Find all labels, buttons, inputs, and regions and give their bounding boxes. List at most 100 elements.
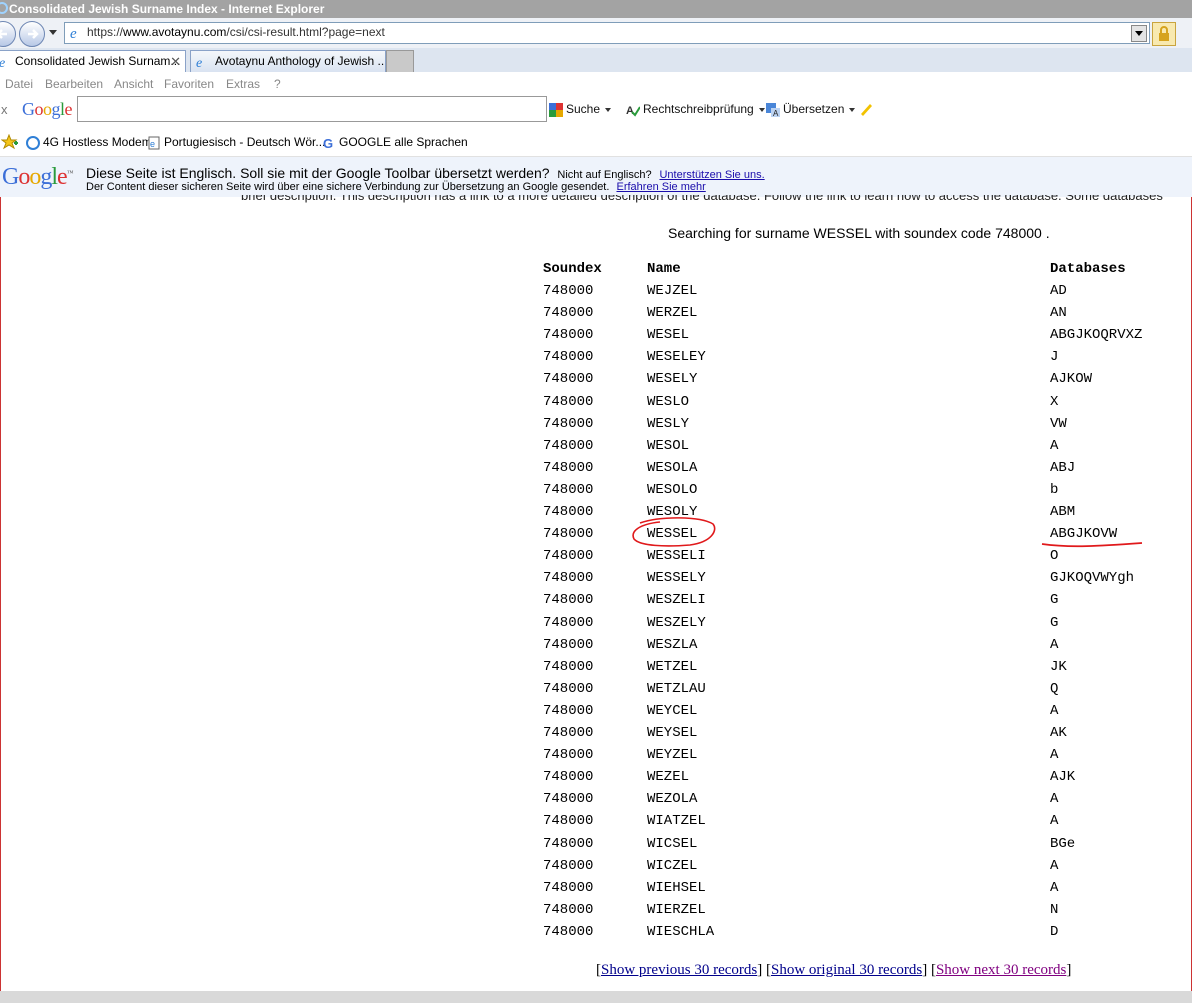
favorite-4g-modem[interactable]: 4G Hostless Modem [26, 135, 152, 150]
soundex-cell: 748000 [543, 481, 594, 498]
soundex-cell: 748000 [543, 570, 594, 587]
highlighter-icon[interactable] [858, 101, 874, 117]
tab-close-icon[interactable]: ✕ [170, 51, 181, 72]
databases-cell: ABM [1050, 504, 1076, 520]
name-cell: WETZEL [647, 658, 698, 675]
tab-label: Consolidated Jewish Surnam... [15, 54, 181, 68]
soundex-cell: 748000 [543, 283, 594, 299]
soundex-cell: 748000 [543, 327, 594, 344]
table-row: 748000 WETZEL JK [0, 659, 1192, 681]
google-search-button[interactable]: Suche [549, 102, 612, 117]
google-favicon-icon: G [323, 136, 333, 150]
show-previous-link[interactable]: Show previous 30 records [601, 962, 757, 978]
address-dropdown-button[interactable] [1131, 25, 1147, 42]
table-row: 748000 WESSELY GJKOQVWYgh [0, 570, 1192, 592]
learn-more-link[interactable]: Erfahren Sie mehr [617, 181, 706, 193]
name-cell: WESZELI [647, 592, 706, 609]
table-row: 748000 WEYSEL AK [0, 725, 1192, 747]
ie-logo-icon [0, 2, 8, 14]
tab-avotaynu-anthology[interactable]: e Avotaynu Anthology of Jewish ... [190, 50, 386, 72]
navigation-bar: e https://www.avotaynu.com/csi/csi-resul… [0, 18, 1192, 49]
table-row: 748000 WESZELY G [0, 615, 1192, 637]
support-link[interactable]: Unterstützen Sie uns. [659, 169, 764, 181]
search-summary: Searching for surname WESSEL with sounde… [668, 225, 1050, 241]
menu-item-bearbeiten[interactable]: Bearbeiten [45, 77, 103, 91]
databases-cell: ABJ [1050, 459, 1076, 476]
svg-text:A: A [773, 109, 779, 117]
svg-text:e: e [196, 56, 202, 69]
menu-item-datei[interactable]: Datei [5, 77, 33, 91]
title-bar: Consolidated Jewish Surname Index - Inte… [0, 0, 1192, 18]
translate-question: Diese Seite ist Englisch. Soll sie mit d… [86, 165, 765, 181]
databases-cell: J [1050, 349, 1059, 366]
soundex-cell: 748000 [543, 835, 594, 852]
google-search-input[interactable] [77, 96, 547, 122]
soundex-cell: 748000 [543, 349, 594, 366]
name-cell: WICSEL [647, 835, 698, 852]
soundex-cell: 748000 [543, 504, 594, 520]
header-soundex: Soundex [543, 261, 602, 277]
svg-text:e: e [70, 26, 77, 41]
name-cell: WESZELY [647, 614, 706, 631]
name-cell: WIEHSEL [647, 879, 706, 896]
toolbar-close-button[interactable]: x [1, 102, 8, 117]
svg-text:e: e [0, 56, 5, 69]
tab-bar: e Consolidated Jewish Surnam... ✕ e Avot… [0, 48, 1192, 73]
tab-consolidated-index[interactable]: e Consolidated Jewish Surnam... ✕ [0, 50, 186, 72]
name-cell: WEYCEL [647, 702, 698, 719]
table-row: 748000 WESELEY J [0, 349, 1192, 371]
databases-cell: ABGJKOQRVXZ [1050, 327, 1143, 344]
address-url[interactable]: https://www.avotaynu.com/csi/csi-result.… [87, 25, 385, 39]
translate-note-text: Der Content dieser sicheren Seite wird ü… [86, 181, 610, 193]
databases-cell: A [1050, 813, 1059, 830]
name-cell: WEZEL [647, 769, 690, 786]
databases-cell: BGe [1050, 835, 1076, 852]
name-cell: WEJZEL [647, 283, 698, 299]
ie-tab-icon: e [196, 56, 202, 69]
name-cell: WESOLY [647, 504, 698, 520]
soundex-cell: 748000 [543, 791, 594, 808]
favorites-star-icon[interactable] [1, 134, 19, 150]
name-cell: WESSELY [647, 570, 706, 587]
spellcheck-button[interactable]: A Rechtschreibprüfung [626, 102, 765, 117]
soundex-cell: 748000 [543, 658, 594, 675]
name-cell: WERZEL [647, 305, 698, 322]
history-dropdown-icon[interactable] [49, 30, 57, 35]
favorite-portugiesisch[interactable]: e Portugiesisch - Deutsch Wör... [147, 135, 325, 150]
horizontal-scrollbar[interactable] [0, 991, 1192, 1003]
show-next-link[interactable]: Show next 30 records [936, 962, 1066, 978]
soundex-cell: 748000 [543, 769, 594, 786]
address-bar[interactable]: e https://www.avotaynu.com/csi/csi-resul… [64, 22, 1150, 44]
databases-cell: Q [1050, 680, 1059, 697]
translate-button[interactable]: A Übersetzen [766, 102, 856, 117]
back-button[interactable] [0, 21, 16, 47]
menu-item-help[interactable]: ? [274, 77, 281, 91]
soundex-cell: 748000 [543, 592, 594, 609]
favorite-label: Portugiesisch - Deutsch Wör... [164, 135, 326, 149]
databases-cell: GJKOQVWYgh [1050, 570, 1135, 587]
forward-button[interactable] [19, 21, 45, 47]
menu-item-extras[interactable]: Extras [226, 77, 260, 91]
favorite-google-sprachen[interactable]: G GOOGLE alle Sprachen [322, 135, 468, 150]
new-tab-button[interactable] [386, 50, 414, 73]
databases-cell: AJKOW [1050, 371, 1093, 388]
table-row: 748000 WESOLY ABM [0, 504, 1192, 526]
soundex-cell: 748000 [543, 901, 594, 918]
show-original-link[interactable]: Show original 30 records [771, 962, 922, 978]
table-row: 748000 WESLY VW [0, 416, 1192, 438]
lock-icon [1159, 26, 1169, 41]
header-name: Name [647, 261, 681, 277]
menu-item-ansicht[interactable]: Ansicht [114, 77, 153, 91]
menu-item-favoriten[interactable]: Favoriten [164, 77, 214, 91]
url-prefix: https:// [87, 25, 124, 39]
databases-cell: AD [1050, 283, 1067, 299]
databases-cell: A [1050, 747, 1059, 764]
translate-note: Der Content dieser sicheren Seite wird ü… [86, 181, 706, 193]
name-cell: WIERZEL [647, 901, 706, 918]
url-host: www.avotaynu.com [123, 25, 227, 39]
favorite-label: 4G Hostless Modem [43, 135, 152, 149]
security-lock-button[interactable] [1152, 22, 1176, 46]
soundex-cell: 748000 [543, 415, 594, 432]
table-row: 748000 WEYZEL A [0, 747, 1192, 769]
name-cell: WESELEY [647, 349, 706, 366]
